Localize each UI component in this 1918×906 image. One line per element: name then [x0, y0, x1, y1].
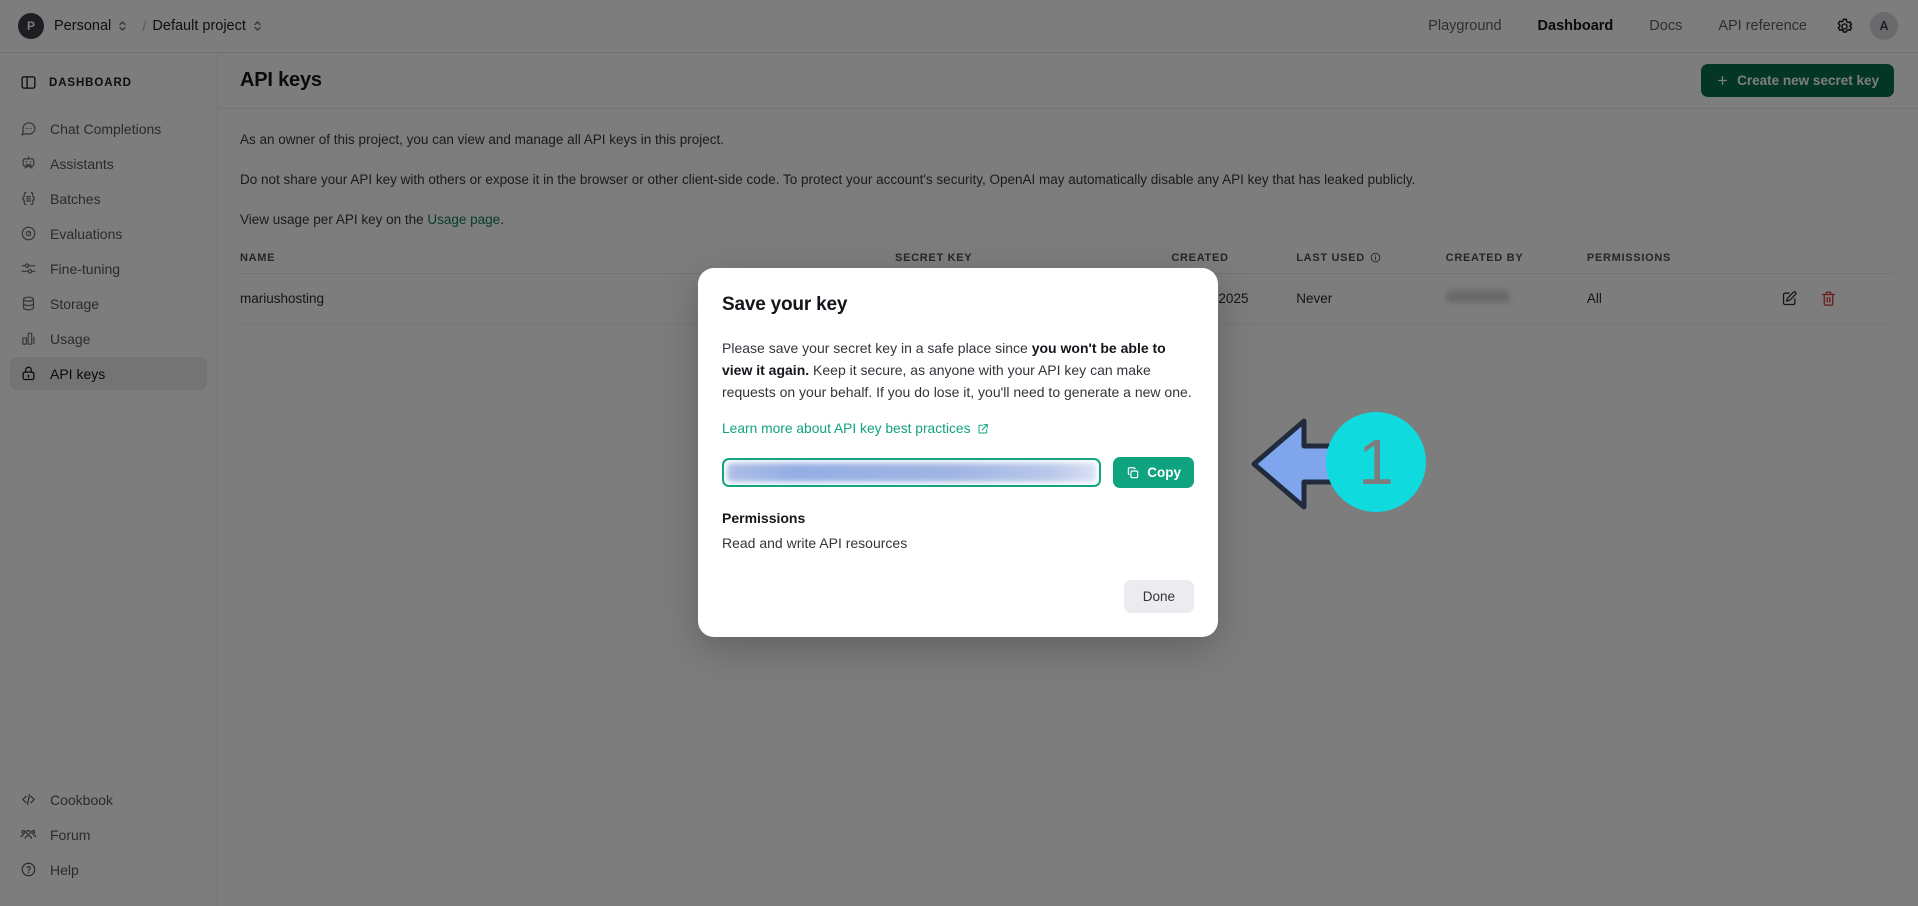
dialog-footer: Done	[722, 580, 1194, 614]
secret-key-input[interactable]	[722, 458, 1102, 488]
copy-button[interactable]: Copy	[1113, 457, 1194, 489]
external-link-icon	[977, 423, 989, 435]
permissions-label: Permissions	[722, 510, 806, 527]
secret-key-selection-highlight	[727, 463, 1097, 483]
copy-icon	[1126, 466, 1140, 480]
save-your-key-dialog: Save your key Please save your secret ke…	[698, 268, 1218, 638]
app-root: P Personal / Default project Playground …	[0, 0, 1918, 906]
dialog-title: Save your key	[722, 294, 848, 315]
learn-more-link[interactable]: Learn more about API key best practices	[722, 421, 989, 436]
dialog-description: Please save your secret key in a safe pl…	[722, 337, 1194, 403]
secret-key-row: Copy	[722, 457, 1194, 489]
learn-more-label: Learn more about API key best practices	[722, 421, 971, 437]
permissions-value: Read and write API resources	[722, 535, 908, 552]
done-button[interactable]: Done	[1123, 580, 1194, 614]
desc-part-1: Please save your secret key in a safe pl…	[722, 340, 1032, 356]
copy-button-label: Copy	[1147, 465, 1181, 481]
